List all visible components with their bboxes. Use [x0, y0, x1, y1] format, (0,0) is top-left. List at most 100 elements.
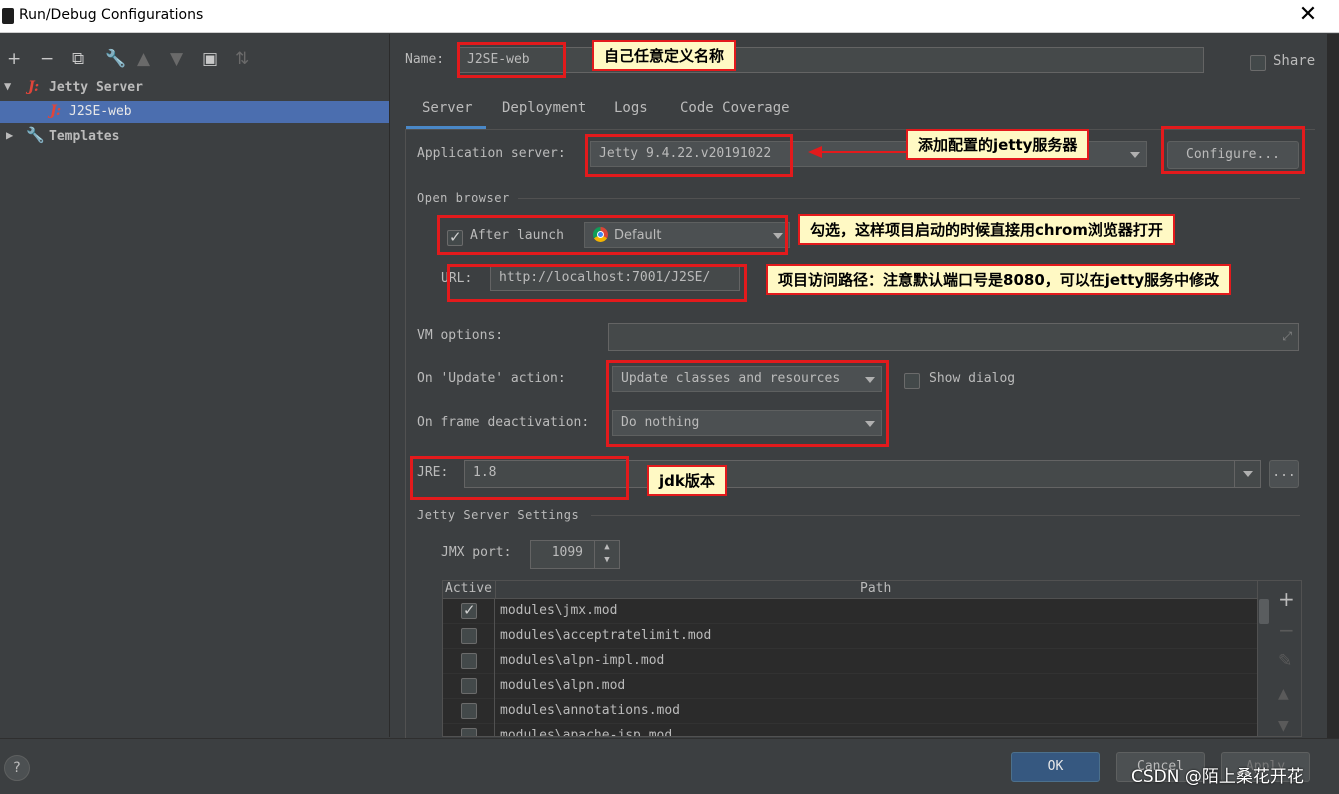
- module-path: modules\acceptratelimit.mod: [500, 628, 712, 643]
- copy-icon[interactable]: ⧉: [72, 49, 84, 69]
- move-up-icon[interactable]: ▲: [1278, 686, 1289, 702]
- annotation-box-name: [457, 42, 566, 78]
- jmx-port-stepper[interactable]: ▲ ▼: [594, 541, 619, 568]
- module-active-checkbox[interactable]: [461, 703, 477, 719]
- expand-field-icon[interactable]: ⤢: [1282, 329, 1292, 344]
- annotation-box-jre: [410, 456, 629, 500]
- window-title: Run/Debug Configurations: [19, 7, 204, 23]
- annotation-box-browser: [437, 215, 788, 255]
- module-active-checkbox[interactable]: [461, 653, 477, 669]
- modules-table: Active Path modules\jmx.mod modules\accep…: [442, 580, 1258, 737]
- move-up-icon[interactable]: ▲: [137, 49, 150, 69]
- module-path: modules\alpn.mod: [500, 678, 626, 693]
- collapse-icon[interactable]: ▶: [6, 128, 13, 142]
- intellij-app-icon: [2, 8, 14, 24]
- close-icon[interactable]: ✕: [1296, 3, 1320, 27]
- edit-icon[interactable]: ✎: [1278, 651, 1292, 671]
- show-dialog-label: Show dialog: [929, 371, 1016, 386]
- module-active-checkbox[interactable]: [461, 628, 477, 644]
- module-path: modules\jmx.mod: [500, 603, 618, 618]
- jmx-port-value: 1099: [551, 545, 583, 560]
- app-server-label: Application server:: [417, 146, 566, 161]
- chevron-down-icon: [1130, 152, 1140, 158]
- separator: [591, 515, 1300, 516]
- table-body: modules\jmx.mod modules\acceptratelimit.m…: [443, 599, 1257, 737]
- active-cell: [443, 674, 495, 699]
- sort-icon[interactable]: ⇅: [235, 49, 249, 69]
- table-row[interactable]: modules\acceptratelimit.mod: [443, 624, 1257, 649]
- active-cell: [443, 599, 495, 624]
- module-path: modules\apache-jsp.mod: [500, 728, 673, 737]
- table-scrollbar[interactable]: [1259, 599, 1269, 624]
- annotation-arrow-head-icon: [808, 146, 822, 158]
- annotation-server: 添加配置的jetty服务器: [906, 129, 1090, 160]
- vm-options-label: VM options:: [417, 328, 504, 343]
- active-cell: [443, 724, 495, 736]
- jre-browse-button[interactable]: ...: [1269, 460, 1299, 488]
- chevron-down-icon: [1243, 471, 1253, 477]
- tree-item-label: Jetty Server: [49, 80, 143, 95]
- column-header-active[interactable]: Active: [445, 581, 492, 596]
- column-header-path[interactable]: Path: [860, 581, 891, 596]
- annotation-arrow-line: [818, 151, 908, 153]
- table-row[interactable]: modules\jmx.mod: [443, 599, 1257, 624]
- module-active-checkbox[interactable]: [461, 728, 477, 736]
- active-cell: [443, 699, 495, 724]
- jetty-icon: J:: [50, 103, 62, 119]
- annotation-name: 自己任意定义名称: [592, 40, 737, 71]
- table-row[interactable]: modules\alpn-impl.mod: [443, 649, 1257, 674]
- table-row[interactable]: modules\alpn.mod: [443, 674, 1257, 699]
- watermark: CSDN @陌上桑花开花: [1131, 767, 1304, 787]
- annotation-box-app-server: [585, 134, 793, 177]
- module-path: modules\alpn-impl.mod: [500, 653, 665, 668]
- open-browser-title: Open browser: [417, 191, 510, 205]
- move-down-icon[interactable]: ▼: [170, 49, 183, 69]
- tree-item-label: J2SE-web: [69, 104, 132, 119]
- tab-logs[interactable]: Logs: [614, 100, 648, 116]
- add-module-icon[interactable]: +: [1278, 587, 1295, 611]
- active-cell: [443, 649, 495, 674]
- wrench-icon: 🔧: [26, 126, 45, 144]
- annotation-browser: 勾选，这样项目启动的时候直接用chrom浏览器打开: [798, 214, 1175, 245]
- table-row[interactable]: modules\apache-jsp.mod: [443, 724, 1257, 737]
- annotation-box-configure: [1161, 126, 1305, 174]
- add-icon[interactable]: +: [7, 49, 21, 69]
- wrench-icon[interactable]: 🔧: [105, 49, 126, 69]
- tree-item-templates[interactable]: ▶ 🔧 Templates: [0, 126, 389, 148]
- expand-icon[interactable]: ▼: [4, 79, 11, 93]
- tree-item-jetty-server[interactable]: ▼ J: Jetty Server: [0, 77, 389, 99]
- remove-icon[interactable]: −: [40, 49, 54, 69]
- separator: [518, 198, 1300, 199]
- editor-edge-strip: [1327, 34, 1339, 738]
- vm-options-input[interactable]: ⤢: [608, 323, 1299, 351]
- module-active-checkbox[interactable]: [461, 601, 477, 619]
- table-row[interactable]: modules\annotations.mod: [443, 699, 1257, 724]
- tab-code-coverage[interactable]: Code Coverage: [680, 100, 790, 116]
- jre-dropdown[interactable]: [1234, 461, 1260, 487]
- ok-button[interactable]: OK: [1011, 752, 1100, 782]
- tree-item-j2se-web[interactable]: J: J2SE-web: [0, 101, 389, 123]
- jetty-icon: J:: [28, 79, 40, 95]
- frame-deactivation-label: On frame deactivation:: [417, 415, 590, 430]
- new-folder-icon[interactable]: ▣: [202, 49, 218, 69]
- remove-module-icon[interactable]: −: [1278, 618, 1295, 642]
- jetty-settings-title: Jetty Server Settings: [417, 508, 580, 522]
- move-down-icon[interactable]: ▼: [1278, 718, 1289, 734]
- share-checkbox[interactable]: [1250, 55, 1266, 71]
- jmx-port-label: JMX port:: [441, 545, 512, 560]
- tab-server[interactable]: Server: [422, 100, 473, 116]
- share-label: Share: [1273, 53, 1316, 69]
- active-cell: [443, 624, 495, 649]
- module-active-checkbox[interactable]: [461, 678, 477, 694]
- annotation-jre: jdk版本: [647, 465, 727, 496]
- column-divider: [495, 581, 496, 599]
- name-label: Name:: [405, 52, 445, 67]
- name-input[interactable]: J2SE-web: [458, 47, 1204, 73]
- show-dialog-checkbox[interactable]: [904, 373, 920, 389]
- annotation-url: 项目访问路径：注意默认端口号是8080，可以在jetty服务中修改: [766, 264, 1232, 295]
- module-path: modules\annotations.mod: [500, 703, 681, 718]
- update-action-label: On 'Update' action:: [417, 371, 566, 386]
- help-button[interactable]: ?: [4, 755, 30, 781]
- tab-deployment[interactable]: Deployment: [502, 100, 586, 116]
- tree-item-label: Templates: [49, 129, 120, 144]
